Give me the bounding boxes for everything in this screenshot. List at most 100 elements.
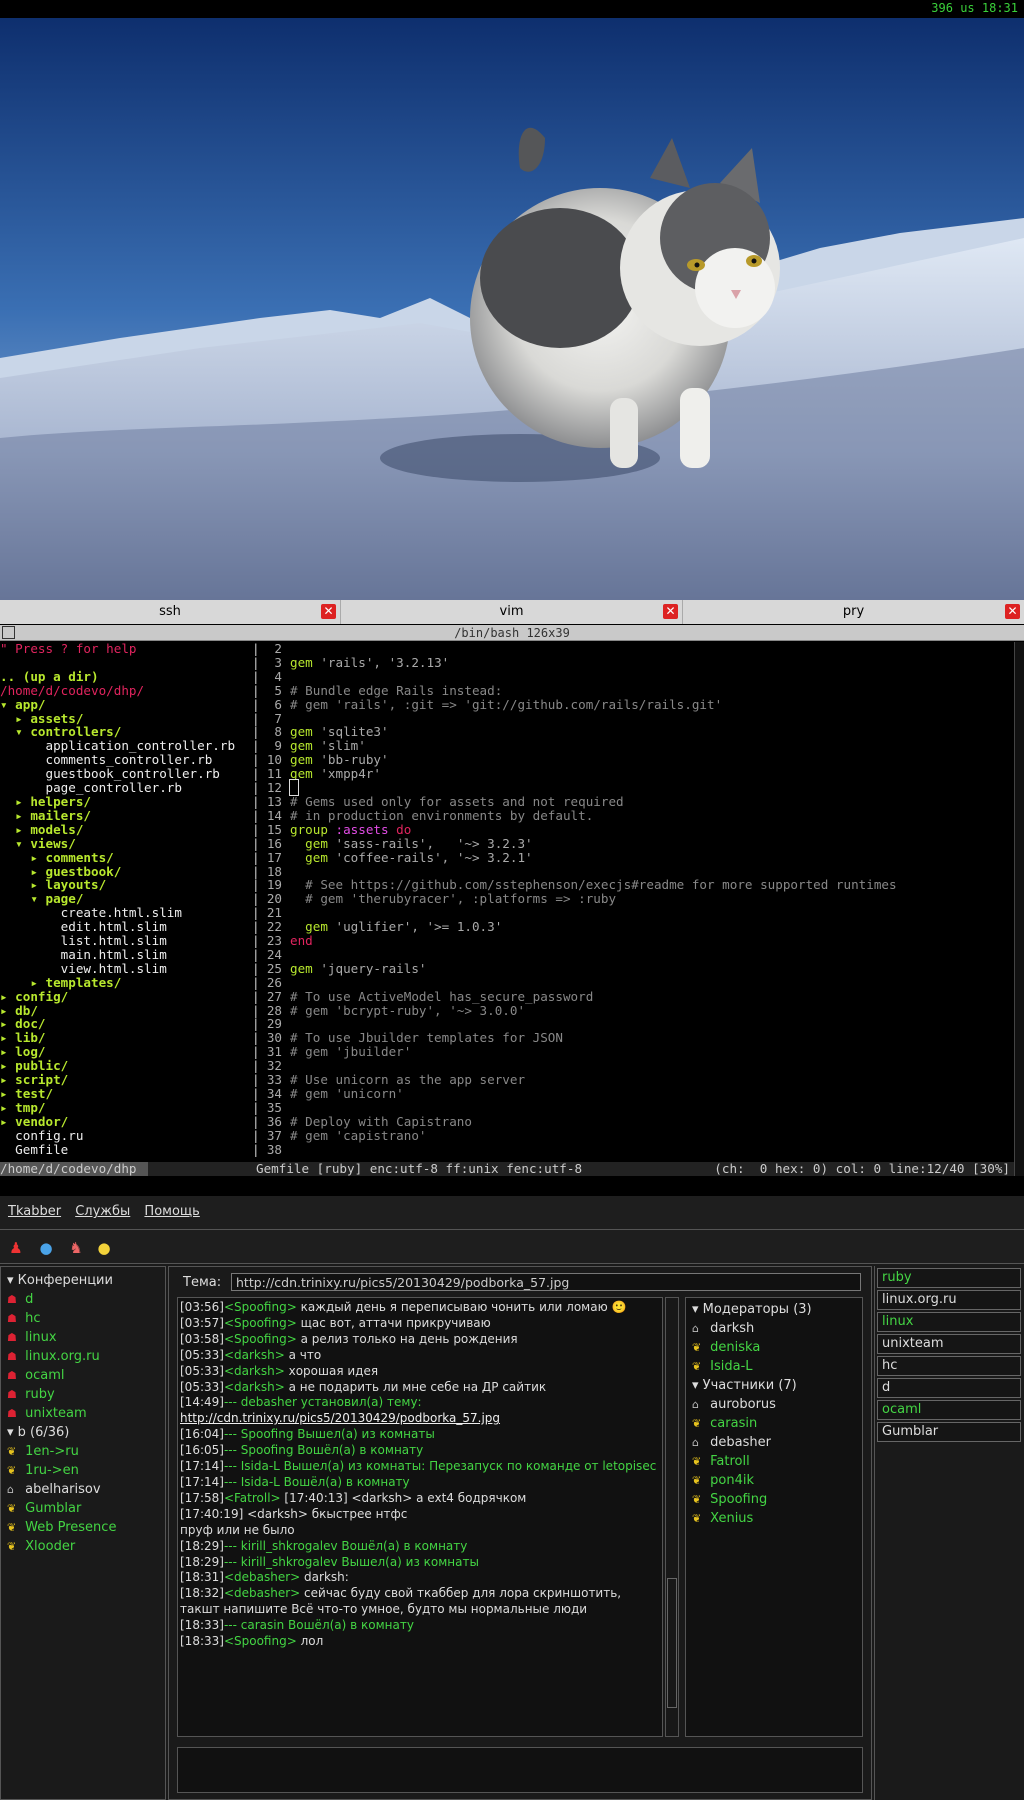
nerdtree-panel[interactable]: " Press ? for help .. (up a dir)/home/d/…	[0, 642, 252, 1162]
roster-item[interactable]: ▾ Конференции	[7, 1271, 165, 1290]
room-tab-Gumblar[interactable]: Gumblar	[877, 1422, 1021, 1442]
roster-item[interactable]: ☗ linux	[7, 1328, 165, 1347]
window-menu-icon[interactable]	[2, 626, 15, 639]
roster-item[interactable]: ⌂ abelharisov	[7, 1480, 165, 1499]
menu-help[interactable]: Помощь	[144, 1204, 199, 1219]
nerdtree-row[interactable]: ▸ public/	[0, 1059, 252, 1073]
room-tab-ocaml[interactable]: ocaml	[877, 1400, 1021, 1420]
nerdtree-row[interactable]: ▾ page/	[0, 892, 252, 906]
scrollbar-thumb[interactable]	[667, 1578, 677, 1708]
chat-nick[interactable]: <Fatroll>	[224, 1491, 281, 1505]
nerdtree-row[interactable]: .. (up a dir)	[0, 669, 252, 684]
users-icon[interactable]: ♞	[66, 1238, 86, 1258]
chat-nick[interactable]: <Spoofing>	[224, 1316, 297, 1330]
nerdtree-row[interactable]: " Press ? for help	[0, 642, 252, 656]
nerdtree-row[interactable]: ▸ config/	[0, 989, 252, 1004]
room-tab-ruby[interactable]: ruby	[877, 1268, 1021, 1288]
nerdtree-row[interactable]: ▾ app/	[0, 697, 252, 712]
room-tab-unixteam[interactable]: unixteam	[877, 1334, 1021, 1354]
users-item[interactable]: ▾ Участники (7)	[692, 1376, 856, 1395]
users-item[interactable]: ❦ pon4ik	[692, 1471, 856, 1490]
users-item[interactable]: ❦ Spoofing	[692, 1490, 856, 1509]
nerdtree-row[interactable]: /home/d/codevo/dhp/	[0, 683, 252, 698]
room-tab-linux-org-ru[interactable]: linux.org.ru	[877, 1290, 1021, 1310]
roster-item[interactable]: ❦ Gumblar	[7, 1499, 165, 1518]
nerdtree-row[interactable]: ▸ mailers/	[0, 808, 252, 823]
nerdtree-row[interactable]: ▸ script/	[0, 1073, 252, 1087]
topic-field[interactable]: http://cdn.trinixy.ru/pics5/20130429/pod…	[231, 1273, 861, 1291]
nerdtree-row[interactable]: Gemfile	[0, 1142, 252, 1157]
nerdtree-row[interactable]: ▸ lib/	[0, 1031, 252, 1045]
nerdtree-row[interactable]: create.html.slim	[0, 906, 252, 920]
chat-nick[interactable]: <debasher>	[224, 1570, 300, 1584]
nerdtree-row[interactable]: ▸ templates/	[0, 975, 252, 990]
chat-nick[interactable]: <darksh>	[224, 1348, 285, 1362]
bulb-icon[interactable]: ●	[94, 1238, 114, 1258]
roster-item[interactable]: ❦ 1ru->en	[7, 1461, 165, 1480]
nerdtree-row[interactable]: ▸ assets/	[0, 711, 252, 726]
roster-item[interactable]: ☗ linux.org.ru	[7, 1347, 165, 1366]
chat-nick[interactable]: <darksh>	[224, 1380, 285, 1394]
users-item[interactable]: ⌂ auroborus	[692, 1395, 856, 1414]
tab-ssh[interactable]: ssh ✕	[0, 600, 341, 624]
users-item[interactable]: ❦ deniska	[692, 1338, 856, 1357]
add-user-icon[interactable]: ♟	[6, 1238, 26, 1258]
roster-item[interactable]: ☗ ocaml	[7, 1366, 165, 1385]
nerdtree-row[interactable]: page_controller.rb	[0, 781, 252, 795]
roster-item[interactable]: ☗ d	[7, 1290, 165, 1309]
nerdtree-row[interactable]: ▾ controllers/	[0, 725, 252, 739]
nerdtree-row[interactable]: ▸ comments/	[0, 850, 252, 865]
chat-scrollbar[interactable]	[665, 1297, 679, 1737]
users-item[interactable]: ⌂ darksh	[692, 1319, 856, 1338]
users-item[interactable]: ⌂ debasher	[692, 1433, 856, 1452]
room-tab-linux[interactable]: linux	[877, 1312, 1021, 1332]
roster-item[interactable]: ❦ Xlooder	[7, 1537, 165, 1556]
globe-icon[interactable]: ●	[36, 1238, 56, 1258]
nerdtree-row[interactable]: config.ru	[0, 1128, 252, 1143]
terminal-scrollbar[interactable]	[1014, 642, 1024, 1176]
message-input[interactable]	[177, 1747, 863, 1793]
nerdtree-row[interactable]: comments_controller.rb	[0, 753, 252, 767]
roster-item[interactable]: ☗ unixteam	[7, 1404, 165, 1423]
room-tab-d[interactable]: d	[877, 1378, 1021, 1398]
close-icon[interactable]: ✕	[321, 604, 336, 619]
menu-services[interactable]: Службы	[75, 1204, 130, 1219]
nerdtree-row[interactable]: ▸ test/	[0, 1087, 252, 1101]
users-item[interactable]: ❦ Xenius	[692, 1509, 856, 1528]
room-tab-hc[interactable]: hc	[877, 1356, 1021, 1376]
users-item[interactable]: ❦ Fatroll	[692, 1452, 856, 1471]
nerdtree-row[interactable]: guestbook_controller.rb	[0, 767, 252, 781]
nerdtree-row[interactable]: ▸ models/	[0, 822, 252, 837]
nerdtree-row[interactable]	[0, 656, 252, 670]
chat-nick[interactable]: <darksh>	[224, 1364, 285, 1378]
nerdtree-row[interactable]: ▸ log/	[0, 1045, 252, 1059]
chat-link[interactable]: http://cdn.trinixy.ru/pics5/20130429/pod…	[180, 1411, 500, 1425]
chat-nick[interactable]: <Spoofing>	[224, 1332, 297, 1346]
chat-nick[interactable]: <Spoofing>	[224, 1634, 297, 1648]
nerdtree-row[interactable]: ▸ guestbook/	[0, 864, 252, 879]
roster-item[interactable]: ❦ Web Presence	[7, 1518, 165, 1537]
chat-nick[interactable]: <Spoofing>	[224, 1300, 297, 1314]
nerdtree-row[interactable]: ▸ db/	[0, 1003, 252, 1018]
nerdtree-row[interactable]: ▾ views/	[0, 836, 252, 851]
chat-log[interactable]: [03:56]<Spoofing> каждый день я переписы…	[177, 1297, 663, 1737]
tab-pry[interactable]: pry ✕	[683, 600, 1024, 624]
nerdtree-row[interactable]: main.html.slim	[0, 948, 252, 962]
nerdtree-row[interactable]: edit.html.slim	[0, 920, 252, 934]
roster-item[interactable]: ▾ b (6/36)	[7, 1423, 165, 1442]
nerdtree-row[interactable]: ▸ vendor/	[0, 1114, 252, 1129]
users-item[interactable]: ▾ Модераторы (3)	[692, 1300, 856, 1319]
nerdtree-row[interactable]: ▸ tmp/	[0, 1101, 252, 1115]
nerdtree-row[interactable]: ▸ helpers/	[0, 795, 252, 809]
chat-nick[interactable]: <debasher>	[224, 1586, 300, 1600]
close-icon[interactable]: ✕	[663, 604, 678, 619]
tab-vim[interactable]: vim ✕	[341, 600, 683, 624]
menu-tkabber[interactable]: Tkabber	[8, 1204, 61, 1219]
users-item[interactable]: ❦ carasin	[692, 1414, 856, 1433]
users-item[interactable]: ❦ Isida-L	[692, 1357, 856, 1376]
nerdtree-row[interactable]: ▸ doc/	[0, 1017, 252, 1031]
nerdtree-row[interactable]: list.html.slim	[0, 934, 252, 948]
roster-item[interactable]: ☗ hc	[7, 1309, 165, 1328]
roster-item[interactable]: ☗ ruby	[7, 1385, 165, 1404]
close-icon[interactable]: ✕	[1005, 604, 1020, 619]
